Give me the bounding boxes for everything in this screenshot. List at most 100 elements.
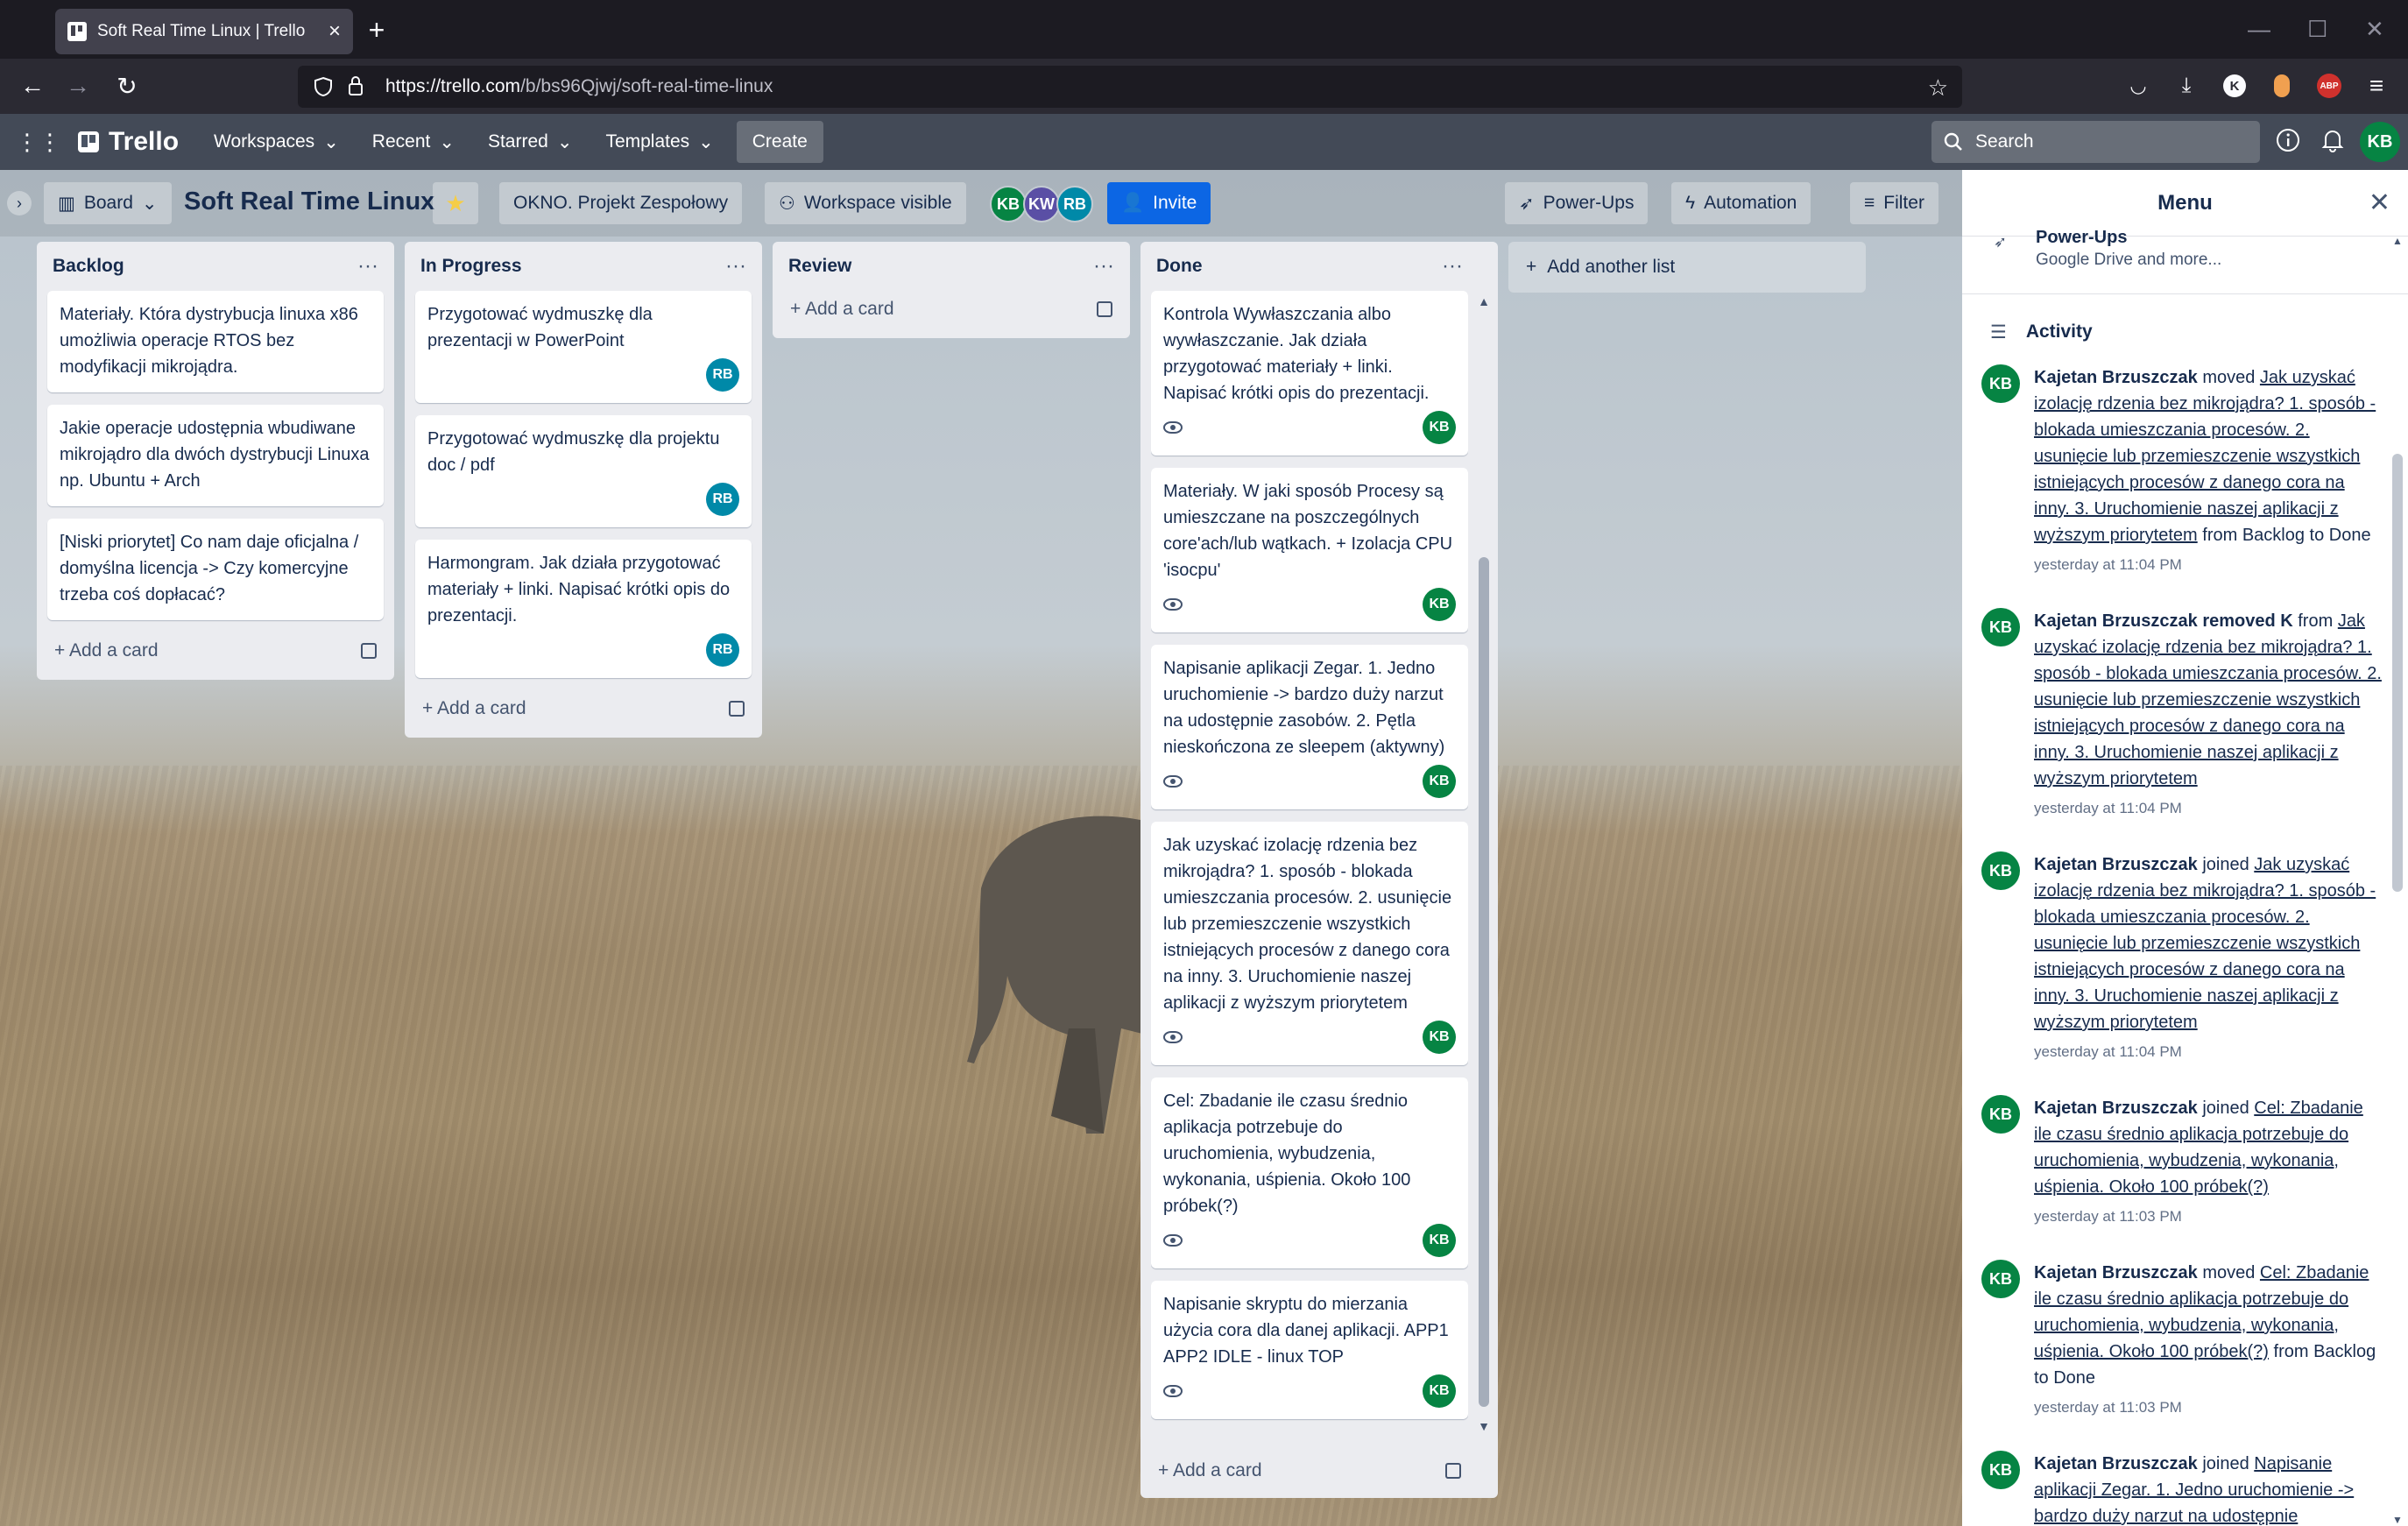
list-title[interactable]: In Progress bbox=[420, 256, 522, 277]
list-menu-icon[interactable]: ··· bbox=[1442, 254, 1463, 279]
app-switcher-icon[interactable]: ⋮⋮ bbox=[0, 121, 74, 163]
scroll-down-icon[interactable]: ▼ bbox=[2390, 1514, 2404, 1526]
add-card-button[interactable]: + Add a card bbox=[47, 632, 384, 669]
activity-avatar[interactable]: KB bbox=[1981, 1095, 2020, 1134]
downloads-icon[interactable]: ⤓ bbox=[2168, 67, 2205, 104]
card[interactable]: Jak uzyskać izolację rdzenia bez mikroją… bbox=[1151, 822, 1468, 1065]
menu-powerups-item[interactable]: ➶ Power-Ups Google Drive and more... bbox=[1962, 224, 2408, 294]
url-bar[interactable]: https://trello.com/b/bs96Qjwj/soft-real-… bbox=[298, 66, 1962, 108]
list-title[interactable]: Review bbox=[788, 256, 851, 277]
extension-fox-icon[interactable] bbox=[2263, 67, 2300, 104]
card-member-avatar[interactable]: KB bbox=[1423, 411, 1456, 444]
star-board-icon[interactable]: ★ bbox=[433, 182, 478, 224]
notifications-bell-icon[interactable] bbox=[2321, 128, 2344, 152]
card[interactable]: Jakie operacje udostępnia wbudiwane mikr… bbox=[47, 405, 384, 506]
card[interactable]: Napisanie aplikacji Zegar. 1. Jedno uruc… bbox=[1151, 645, 1468, 809]
forward-icon[interactable]: → bbox=[60, 67, 96, 104]
member-avatar[interactable]: KB bbox=[990, 186, 1027, 223]
info-icon[interactable] bbox=[2276, 128, 2300, 152]
card-member-avatar[interactable]: RB bbox=[706, 483, 739, 516]
add-list-button[interactable]: + Add another list bbox=[1508, 242, 1866, 293]
card[interactable]: Przygotować wydmuszkę dla prezentacji w … bbox=[415, 291, 752, 403]
nav-starred[interactable]: Starred ⌄ bbox=[476, 121, 584, 163]
scroll-up-icon[interactable]: ▲ bbox=[1477, 294, 1491, 308]
scroll-up-icon[interactable]: ▲ bbox=[2390, 235, 2404, 247]
lock-icon[interactable] bbox=[347, 74, 364, 97]
activity-avatar[interactable]: KB bbox=[1981, 851, 2020, 890]
card[interactable]: Harmongram. Jak działa przygotować mater… bbox=[415, 540, 752, 678]
invite-button[interactable]: 👤 Invite bbox=[1107, 182, 1211, 224]
search-input[interactable]: Search bbox=[1931, 121, 2260, 163]
activity-card-link[interactable]: Jak uzyskać izolację rdzenia bez mikroją… bbox=[2034, 855, 2376, 1032]
scroll-down-icon[interactable]: ▼ bbox=[1477, 1419, 1491, 1433]
activity-card-link[interactable]: Jak uzyskać izolację rdzenia bez mikroją… bbox=[2034, 611, 2382, 788]
card-template-icon[interactable] bbox=[361, 643, 377, 659]
card-member-avatar[interactable]: KB bbox=[1423, 1021, 1456, 1054]
create-button[interactable]: Create bbox=[736, 121, 823, 163]
back-icon[interactable]: ← bbox=[14, 67, 51, 104]
card-member-avatar[interactable]: KB bbox=[1423, 765, 1456, 798]
nav-recent[interactable]: Recent ⌄ bbox=[360, 121, 467, 163]
automation-button[interactable]: ϟ Automation bbox=[1671, 182, 1811, 224]
scrollbar-thumb[interactable] bbox=[2392, 454, 2403, 892]
board-view-switcher[interactable]: ▥ Board ⌄ bbox=[44, 182, 172, 224]
nav-workspaces[interactable]: Workspaces ⌄ bbox=[201, 121, 351, 163]
card[interactable]: Cel: Zbadanie ile czasu średnio aplikacj… bbox=[1151, 1077, 1468, 1268]
list-title[interactable]: Backlog bbox=[53, 256, 124, 277]
card-member-avatar[interactable]: KB bbox=[1423, 1374, 1456, 1408]
list-menu-icon[interactable]: ··· bbox=[1093, 254, 1114, 279]
maximize-icon[interactable]: ☐ bbox=[2307, 16, 2327, 43]
adblock-icon[interactable]: ABP bbox=[2311, 67, 2348, 104]
activity-card-link[interactable]: Jak uzyskać izolację rdzenia bez mikroją… bbox=[2034, 368, 2376, 545]
close-window-icon[interactable]: ✕ bbox=[2365, 16, 2384, 43]
card[interactable]: Przygotować wydmuszkę dla projektu doc /… bbox=[415, 415, 752, 527]
browser-tab[interactable]: Soft Real Time Linux | Trello × bbox=[55, 9, 353, 54]
card[interactable]: Napisanie skryptu do mierzania użycia co… bbox=[1151, 1281, 1468, 1419]
activity-timestamp[interactable]: yesterday at 11:04 PM bbox=[2034, 552, 2384, 578]
card[interactable]: Materiały. Która dystrybucja linuxa x86 … bbox=[47, 291, 384, 392]
member-avatar[interactable]: RB bbox=[1056, 186, 1093, 223]
new-tab-button[interactable]: + bbox=[359, 12, 394, 47]
add-card-button[interactable]: + Add a card bbox=[415, 690, 752, 727]
bookmark-star-icon[interactable]: ☆ bbox=[1928, 74, 1948, 102]
menu-scrollbar[interactable]: ▲ ▼ bbox=[2390, 235, 2404, 1526]
activity-avatar[interactable]: KB bbox=[1981, 1451, 2020, 1489]
activity-avatar[interactable]: KB bbox=[1981, 364, 2020, 403]
trello-logo[interactable]: Trello bbox=[74, 121, 191, 163]
powerups-button[interactable]: ➶ Power-Ups bbox=[1505, 182, 1649, 224]
minimize-icon[interactable]: — bbox=[2248, 16, 2270, 43]
list-menu-icon[interactable]: ··· bbox=[725, 254, 746, 279]
card[interactable]: Kontrola Wywłaszczania albo wywłaszczani… bbox=[1151, 291, 1468, 456]
sidebar-expand-icon[interactable]: › bbox=[7, 191, 32, 215]
scrollbar-thumb[interactable] bbox=[1479, 557, 1489, 1407]
close-menu-icon[interactable]: ✕ bbox=[2369, 187, 2390, 218]
shield-icon[interactable] bbox=[314, 76, 333, 97]
activity-timestamp[interactable]: yesterday at 11:04 PM bbox=[2034, 795, 2384, 822]
card-member-avatar[interactable]: KB bbox=[1423, 1224, 1456, 1257]
card-template-icon[interactable] bbox=[1445, 1463, 1461, 1479]
add-card-button[interactable]: + Add a card bbox=[783, 291, 1119, 328]
user-avatar[interactable]: KB bbox=[2360, 122, 2400, 162]
activity-timestamp[interactable]: yesterday at 11:03 PM bbox=[2034, 1395, 2384, 1421]
list-title[interactable]: Done bbox=[1156, 256, 1203, 277]
activity-timestamp[interactable]: yesterday at 11:03 PM bbox=[2034, 1204, 2384, 1230]
card-template-icon[interactable] bbox=[729, 701, 745, 717]
nav-templates[interactable]: Templates ⌄ bbox=[593, 121, 725, 163]
workspace-button[interactable]: OKNO. Projekt Zespołowy bbox=[499, 182, 743, 224]
filter-button[interactable]: ≡ Filter bbox=[1850, 182, 1938, 224]
pocket-icon[interactable]: ◡ bbox=[2120, 67, 2157, 104]
card-template-icon[interactable] bbox=[1097, 301, 1112, 317]
board-title[interactable]: Soft Real Time Linux bbox=[184, 187, 434, 216]
activity-timestamp[interactable]: yesterday at 11:04 PM bbox=[2034, 1039, 2384, 1065]
activity-avatar[interactable]: KB bbox=[1981, 608, 2020, 646]
card-member-avatar[interactable]: KB bbox=[1423, 588, 1456, 621]
activity-avatar[interactable]: KB bbox=[1981, 1260, 2020, 1298]
close-tab-icon[interactable]: × bbox=[328, 19, 341, 44]
member-avatar[interactable]: KW bbox=[1023, 186, 1060, 223]
card-member-avatar[interactable]: RB bbox=[706, 358, 739, 392]
card-member-avatar[interactable]: RB bbox=[706, 633, 739, 667]
list-menu-icon[interactable]: ··· bbox=[357, 254, 378, 279]
visibility-button[interactable]: ⚇ Workspace visible bbox=[765, 182, 966, 224]
card[interactable]: Materiały. W jaki sposób Procesy są umie… bbox=[1151, 468, 1468, 632]
list-scrollbar[interactable]: ▲ ▼ bbox=[1477, 294, 1491, 1433]
